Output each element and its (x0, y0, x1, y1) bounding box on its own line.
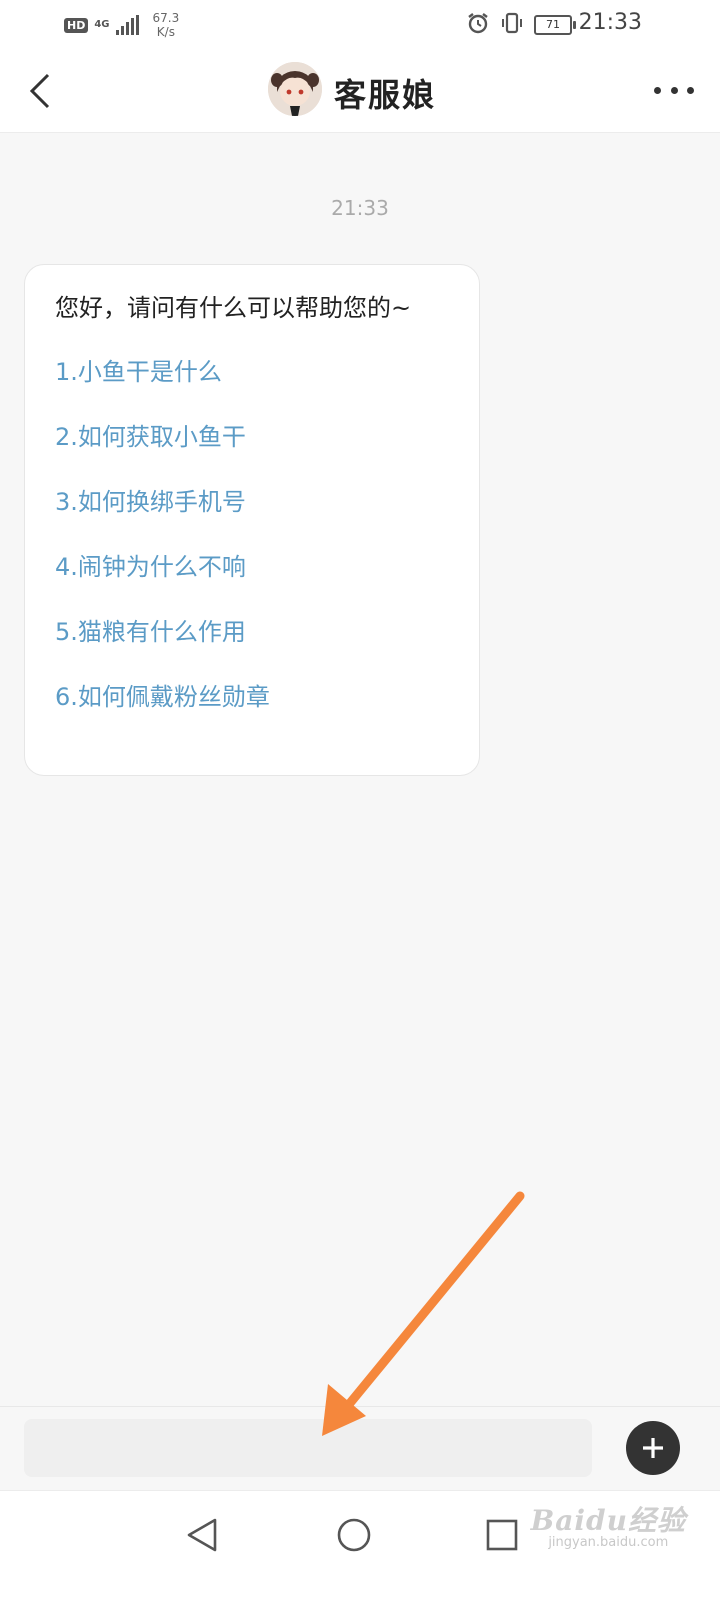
annotation-arrow-icon (322, 1191, 525, 1436)
input-bar (0, 1406, 720, 1491)
network-speed: 67.3 K/s (153, 11, 180, 39)
battery-icon: 71 (534, 15, 576, 35)
status-left: HD 4G 67.3 K/s (64, 8, 179, 42)
faq-option[interactable]: 1.小鱼干是什么 (55, 355, 479, 389)
page-title: 客服娘 (334, 76, 437, 114)
speed-unit: K/s (156, 25, 175, 39)
faq-option[interactable]: 4.闹钟为什么不响 (55, 550, 479, 584)
alarm-icon (466, 11, 490, 39)
nav-recents-button[interactable] (476, 1509, 528, 1561)
faq-option[interactable]: 5.猫粮有什么作用 (55, 615, 479, 649)
system-nav-bar: Baidu经验 jingyan.baidu.com (0, 1490, 720, 1600)
message-input[interactable] (24, 1419, 592, 1477)
more-dot-icon (670, 86, 678, 94)
message-timestamp: 21:33 (331, 196, 389, 220)
faq-option[interactable]: 3.如何换绑手机号 (55, 485, 479, 519)
chevron-left-icon (29, 73, 50, 109)
hd-badge: HD (64, 17, 89, 33)
network-type: 4G (94, 19, 110, 30)
speed-value: 67.3 (152, 11, 180, 25)
chat-screen: HD 4G 67.3 K/s 71 21:33 客服娘 21:33 您好，请问有… (0, 0, 720, 1600)
status-bar: HD 4G 67.3 K/s 71 21:33 (0, 0, 720, 48)
vibrate-icon (500, 11, 524, 39)
more-dot-icon (687, 86, 694, 94)
more-dot-icon (654, 86, 661, 94)
message-bubble: 您好，请问有什么可以帮助您的~ 1.小鱼干是什么 2.如何获取小鱼干 3.如何换… (24, 264, 480, 776)
avatar[interactable] (268, 62, 322, 116)
back-button[interactable] (20, 68, 60, 114)
add-attachment-button[interactable] (626, 1421, 680, 1475)
watermark-url: jingyan.baidu.com (548, 1535, 669, 1550)
status-right: 71 (466, 8, 576, 42)
status-time: 21:33 (578, 10, 642, 35)
chat-header: 客服娘 (0, 48, 720, 133)
nav-back-button[interactable] (176, 1509, 228, 1561)
greeting-text: 您好，请问有什么可以帮助您的~ (55, 294, 412, 322)
nav-home-button[interactable] (328, 1509, 380, 1561)
triangle-back-icon (187, 1518, 217, 1552)
square-recents-icon (486, 1519, 518, 1551)
faq-list: 1.小鱼干是什么 2.如何获取小鱼干 3.如何换绑手机号 4.闹钟为什么不响 5… (55, 355, 479, 714)
watermark: Baidu经验 jingyan.baidu.com (531, 1499, 686, 1550)
circle-home-icon (337, 1518, 371, 1552)
faq-option[interactable]: 2.如何获取小鱼干 (55, 420, 479, 454)
plus-icon (643, 1438, 663, 1458)
more-options-button[interactable] (654, 78, 694, 102)
faq-option[interactable]: 6.如何佩戴粉丝勋章 (55, 680, 479, 714)
watermark-logo: Baidu经验 (530, 1504, 686, 1537)
avatar-image (268, 62, 322, 116)
signal-icon (115, 15, 139, 35)
